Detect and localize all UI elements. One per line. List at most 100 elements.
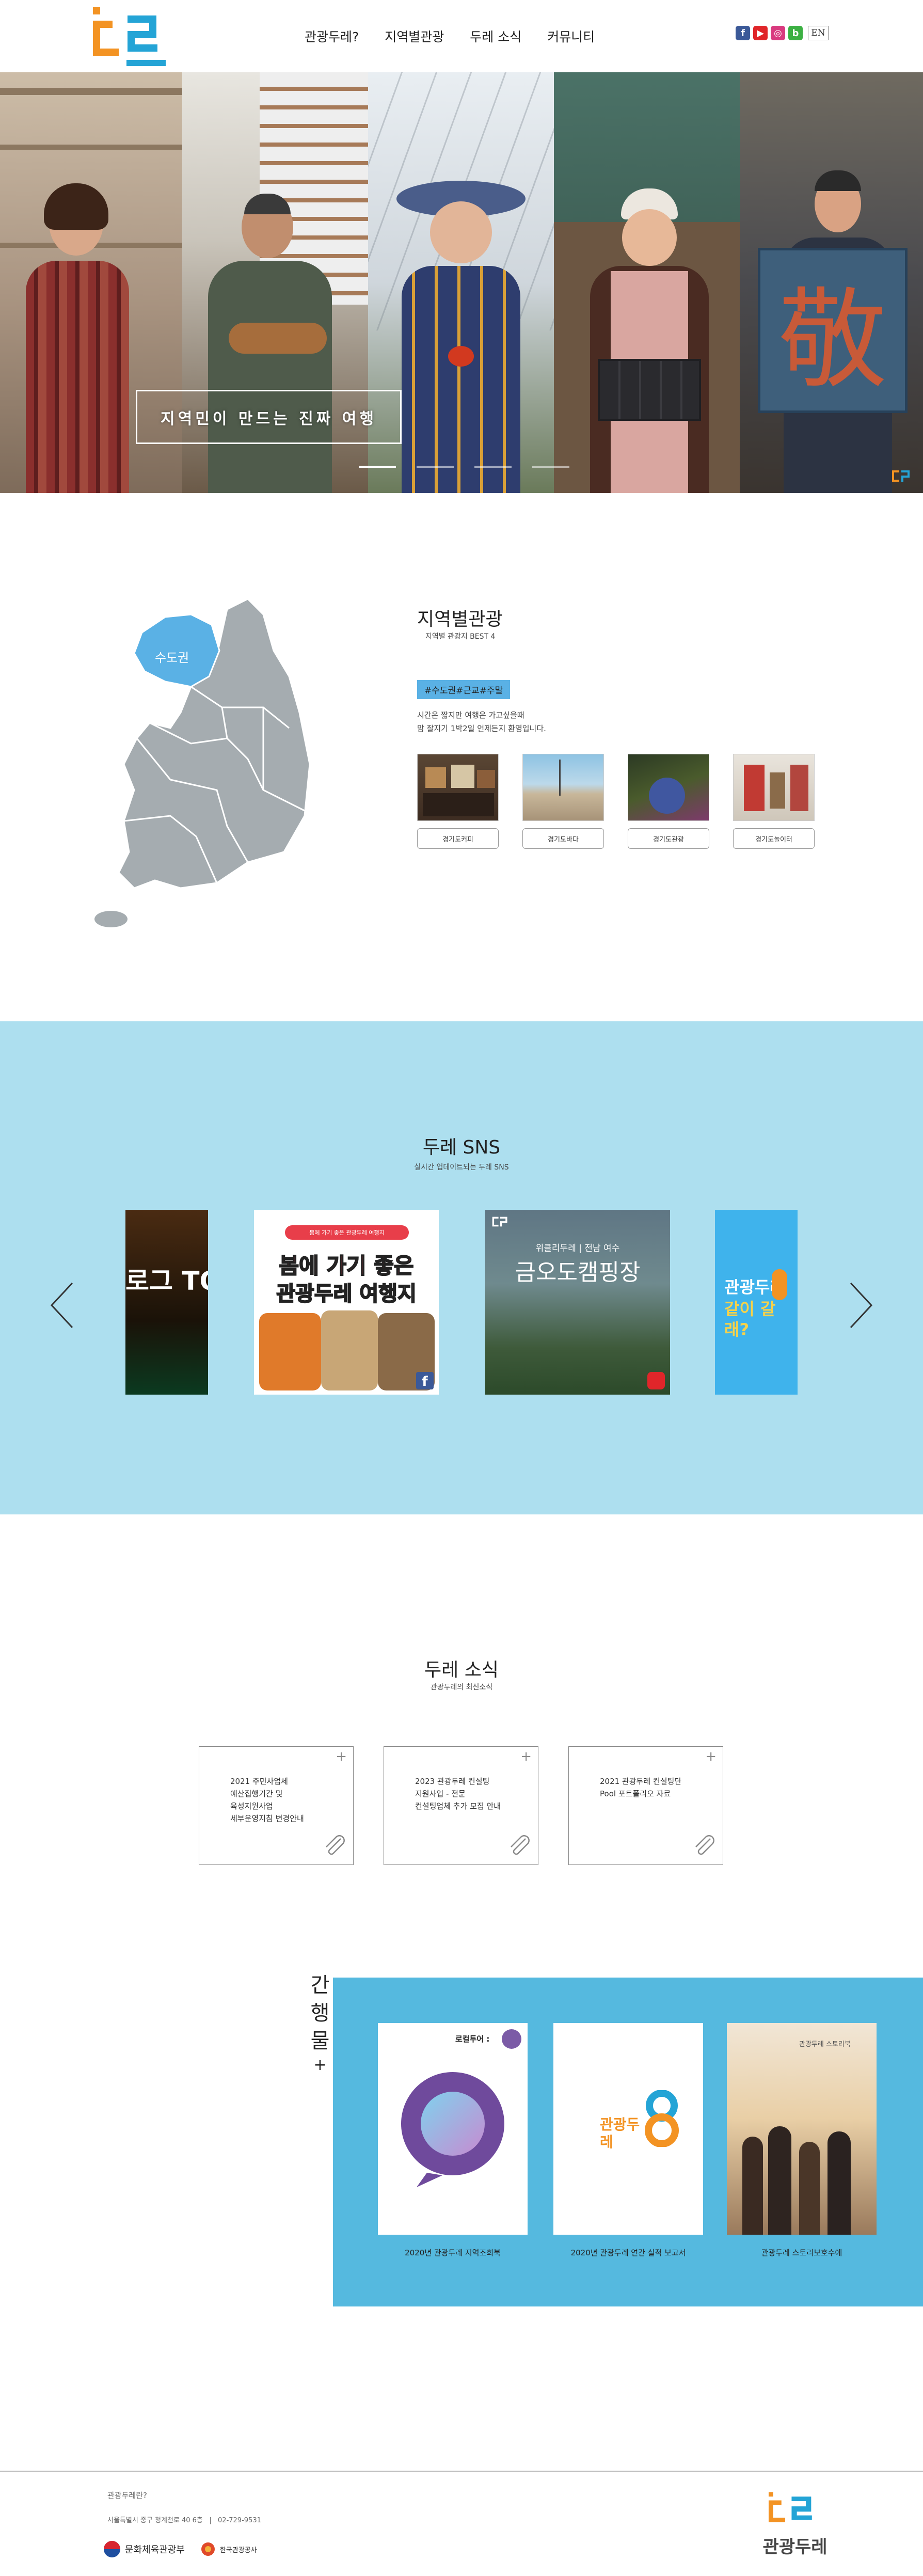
footer-logo-mark xyxy=(768,2492,812,2522)
publications-more-plus[interactable]: + xyxy=(310,2055,330,2076)
sns-card-headline: 같이 갈래? xyxy=(724,1299,776,1339)
map-region-label: 수도권 xyxy=(155,651,189,665)
youtube-icon[interactable]: ▶ xyxy=(753,26,768,40)
region-hashtag[interactable]: #수도권#근교#주말 xyxy=(417,680,511,699)
ministry-name: 문화체육관광부 xyxy=(125,2545,185,2555)
region-thumb-image[interactable] xyxy=(733,754,815,821)
site-header: 관광두레? 지역별관광 두레 소식 커뮤니티 f ▶ ◎ b EN xyxy=(0,0,923,72)
news-card[interactable]: + 2021 관광두레 컨설팅단 Pool 포트폴리오 자료 xyxy=(568,1746,723,1865)
region-desc-line: 시간은 짧지만 여행은 가고싶을때 xyxy=(417,710,524,720)
region-desc-line: 맘 잘지기 1박2일 언제든지 환영입니다. xyxy=(417,724,546,733)
instagram-icon[interactable]: ◎ xyxy=(771,26,785,40)
publication-caption[interactable]: 2020년 관광두레 연간 실적 보고서 xyxy=(553,2247,703,2258)
news-line: 육성지원사업 xyxy=(230,1801,273,1811)
plus-icon[interactable]: + xyxy=(336,1749,347,1764)
plus-icon[interactable]: + xyxy=(705,1749,717,1764)
language-toggle[interactable]: EN xyxy=(808,26,829,40)
sns-card[interactable]: 봄에 가기 좋은 관광두레 여행지 봄에 가기 좋은 관광두레 여행지 f xyxy=(254,1210,439,1395)
publications-title-char: 물 xyxy=(310,2029,330,2053)
sns-card[interactable]: 로그 TOP xyxy=(125,1210,208,1395)
hero-slider[interactable]: 敬 지역민이 만드는 진짜 여행 xyxy=(0,72,923,493)
publication-caption[interactable]: 관광두레 스토리보호수에 xyxy=(727,2247,877,2258)
plus-icon[interactable]: + xyxy=(520,1749,532,1764)
sns-card[interactable]: 관광두레 같이 갈래? xyxy=(715,1210,798,1395)
map-region-jeju xyxy=(94,911,128,927)
social-links: f ▶ ◎ b EN xyxy=(736,26,829,40)
ministry-emblem-icon xyxy=(104,2541,120,2557)
news-line: Pool 포트폴리오 자료 xyxy=(600,1789,671,1798)
sns-card-banner: 봄에 가기 좋은 관광두레 여행지 xyxy=(285,1225,409,1240)
region-thumb-image[interactable] xyxy=(522,754,604,821)
sns-card-headline: 봄에 가기 좋은 xyxy=(278,1253,414,1279)
news-card[interactable]: + 2023 관광두레 컨설팅 지원사업 - 전문 컨설팅업체 추가 모집 안내 xyxy=(384,1746,538,1865)
news-card-text: 2021 주민사업체 예산집행기간 및 육성지원사업 세부운영지침 변경안내 xyxy=(230,1775,304,1825)
region-thumbnails: 경기도커피 경기도바다 경기도관광 경기도놀이터 xyxy=(417,754,815,849)
region-item[interactable]: 경기도관광 xyxy=(628,754,709,849)
region-thumb-label[interactable]: 경기도놀이터 xyxy=(733,828,815,849)
sns-prev-arrow-icon[interactable] xyxy=(49,1282,75,1329)
region-item[interactable]: 경기도커피 xyxy=(417,754,499,849)
footer-about-link[interactable]: 관광두레란? xyxy=(107,2490,147,2501)
footer-divider xyxy=(0,2471,923,2472)
slider-dot[interactable] xyxy=(532,466,569,468)
facebook-icon[interactable]: f xyxy=(736,26,750,40)
news-card-text: 2023 관광두레 컨설팅 지원사업 - 전문 컨설팅업체 추가 모집 안내 xyxy=(415,1775,501,1812)
news-line: 지원사업 - 전문 xyxy=(415,1789,466,1798)
korea-map[interactable]: 수도권 xyxy=(93,594,336,935)
sns-subtitle: 실시간 업데이트되는 두레 SNS xyxy=(414,1163,509,1172)
footer-orgs: 문화체육관광부 한국관광공사 xyxy=(103,2540,257,2558)
publication-cover[interactable]: 로컬투어 : xyxy=(378,2023,528,2235)
region-item[interactable]: 경기도바다 xyxy=(522,754,604,849)
news-line: 2023 관광두레 컨설팅 xyxy=(415,1777,490,1786)
ministry-logo[interactable]: 문화체육관광부 xyxy=(103,2540,185,2558)
publications-title-char: 행 xyxy=(310,2001,330,2025)
regional-title: 지역별관광 xyxy=(417,609,503,630)
slider-dot[interactable] xyxy=(474,466,512,468)
sns-card-caption: 위클리두레 | 전남 여수 xyxy=(535,1243,620,1254)
sns-next-arrow-icon[interactable] xyxy=(848,1282,874,1329)
sns-card-text: 로그 TOP xyxy=(125,1266,208,1296)
instagram-icon xyxy=(647,1372,665,1389)
kto-logo[interactable]: 한국관광공사 xyxy=(200,2541,257,2557)
paperclip-icon xyxy=(326,1835,345,1855)
corner-logo-icon xyxy=(892,470,910,482)
publication-cover[interactable]: 관광두레 xyxy=(553,2023,703,2235)
nav-regional[interactable]: 지역별관광 xyxy=(385,27,444,45)
sns-card[interactable]: 위클리두레 | 전남 여수 금오도캠핑장 xyxy=(485,1210,670,1395)
region-thumb-image[interactable] xyxy=(417,754,499,821)
nav-about[interactable]: 관광두레? xyxy=(305,27,359,45)
slider-indicators xyxy=(359,466,569,468)
news-card[interactable]: + 2021 주민사업체 예산집행기간 및 육성지원사업 세부운영지침 변경안내 xyxy=(199,1746,354,1865)
sns-card-headline: 금오도캠핑장 xyxy=(515,1259,641,1286)
hero-photo-5: 敬 xyxy=(740,72,923,493)
slider-dot[interactable] xyxy=(359,466,396,468)
kto-name: 한국관광공사 xyxy=(219,2546,257,2554)
nav-community[interactable]: 커뮤니티 xyxy=(547,27,595,45)
sns-card-headline: 관광두레 여행지 xyxy=(276,1282,417,1306)
main-nav: 관광두레? 지역별관광 두레 소식 커뮤니티 xyxy=(305,27,595,45)
nav-news[interactable]: 두레 소식 xyxy=(470,27,521,45)
news-line: 세부운영지침 변경안내 xyxy=(230,1814,304,1823)
region-thumb-label[interactable]: 경기도커피 xyxy=(417,828,499,849)
cover-title: 관광두레 스토리북 xyxy=(799,2041,851,2048)
slider-dot[interactable] xyxy=(417,466,454,468)
news-line: 컨설팅업체 추가 모집 안내 xyxy=(415,1801,501,1811)
publication-cover[interactable]: 관광두레 스토리북 xyxy=(727,2023,877,2235)
publications-title-char: 간 xyxy=(310,1973,330,1997)
site-logo[interactable] xyxy=(90,6,168,68)
news-subtitle: 관광두레의 최신소식 xyxy=(430,1683,493,1692)
news-line: 2021 주민사업체 xyxy=(230,1777,288,1786)
region-thumb-image[interactable] xyxy=(628,754,709,821)
hero-caption[interactable]: 지역민이 만드는 진짜 여행 xyxy=(136,390,402,444)
paperclip-icon xyxy=(695,1835,714,1855)
cover-graphic xyxy=(645,2090,679,2147)
sns-title: 두레 SNS xyxy=(422,1137,501,1158)
region-thumb-label[interactable]: 경기도바다 xyxy=(522,828,604,849)
region-thumb-label[interactable]: 경기도관광 xyxy=(628,828,709,849)
cover-title: 로컬투어 : xyxy=(455,2034,490,2044)
sns-section: 두레 SNS 실시간 업데이트되는 두레 SNS 로그 TOP 봄에 가기 좋은… xyxy=(0,1021,923,1514)
region-item[interactable]: 경기도놀이터 xyxy=(733,754,815,849)
publication-caption[interactable]: 2020년 관광두레 지역조희북 xyxy=(378,2247,528,2258)
footer-logo[interactable]: 관광두레 xyxy=(754,2491,836,2558)
blog-icon[interactable]: b xyxy=(788,26,803,40)
